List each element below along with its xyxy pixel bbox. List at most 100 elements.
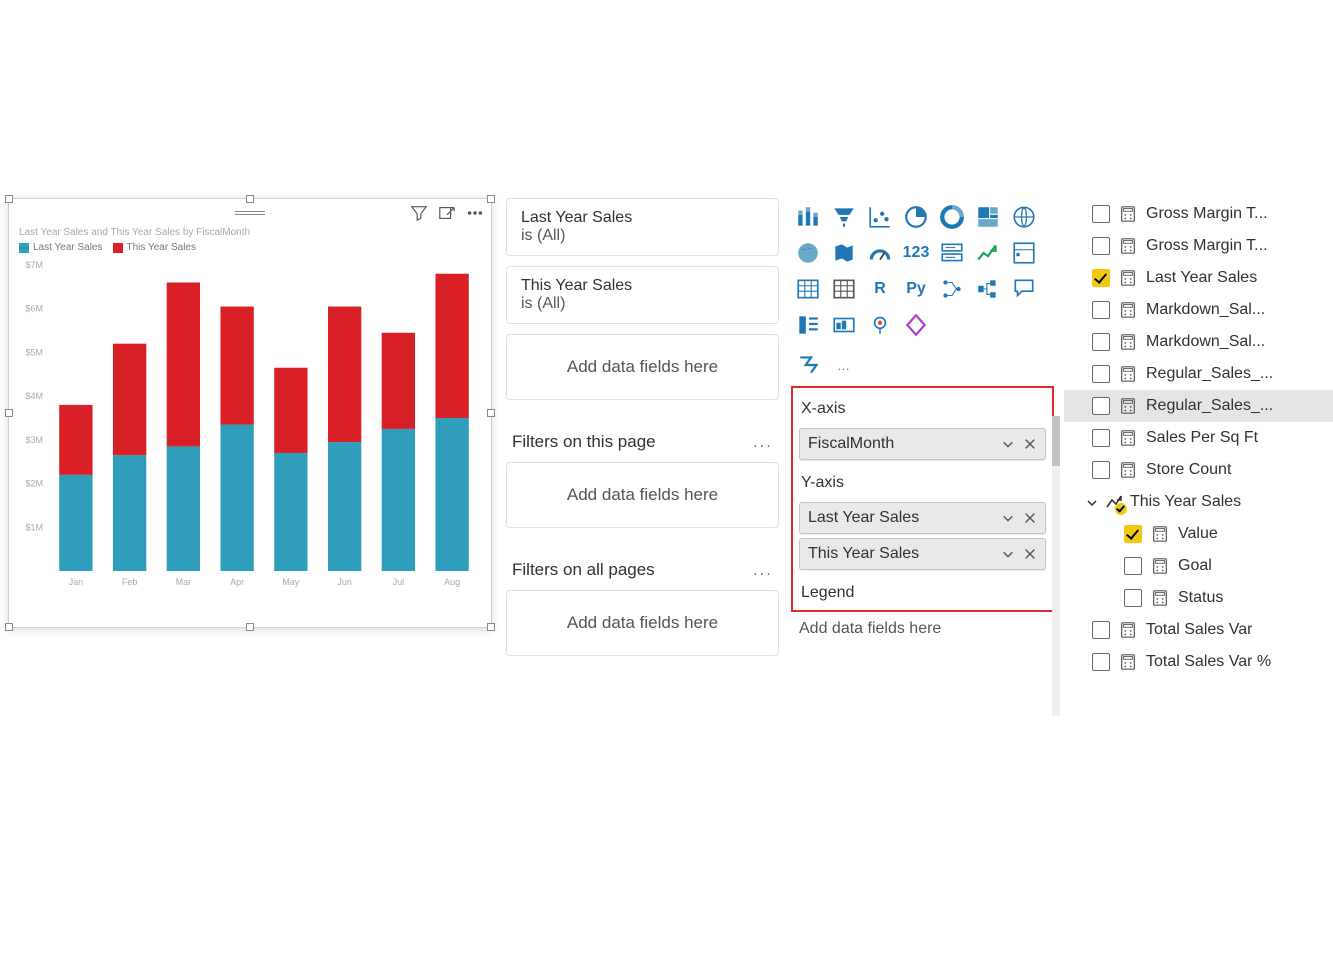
field-list-item[interactable]: Regular_Sales_... (1064, 358, 1333, 390)
field-checkbox[interactable] (1124, 557, 1142, 575)
report-canvas-visual[interactable]: Last Year Sales and This Year Sales by F… (0, 198, 500, 628)
field-list-item[interactable]: Gross Margin T... (1064, 198, 1333, 230)
remove-field-icon[interactable] (1023, 437, 1037, 451)
stacked-bar-chart[interactable]: $1M$2M$3M$4M$5M$6M$7MJanFebMarAprMayJunJ… (9, 259, 489, 599)
legend-well-label: Legend (793, 574, 1052, 608)
page-filter-dropzone[interactable]: Add data fields here (506, 462, 779, 528)
stacked-column-chart-icon[interactable] (793, 202, 823, 232)
key-influencers-icon[interactable] (937, 274, 967, 304)
chevron-down-icon[interactable] (1086, 496, 1098, 508)
field-list-item[interactable]: Total Sales Var % (1064, 646, 1333, 678)
power-apps-icon[interactable] (901, 310, 931, 340)
smart-narrative-icon[interactable] (793, 310, 823, 340)
field-pill-label: FiscalMonth (808, 435, 894, 453)
pie-chart-icon[interactable] (901, 202, 931, 232)
field-checkbox[interactable] (1092, 269, 1110, 287)
shape-map-icon[interactable] (829, 238, 859, 268)
field-checkbox[interactable] (1092, 397, 1110, 415)
chevron-down-icon[interactable] (1001, 547, 1015, 561)
field-checkbox[interactable] (1092, 621, 1110, 639)
resize-handle[interactable] (5, 409, 13, 417)
allpages-filter-dropzone[interactable]: Add data fields here (506, 590, 779, 656)
kpi-field-icon (1104, 492, 1124, 512)
visual-drag-handle[interactable] (235, 211, 265, 215)
field-checkbox[interactable] (1092, 333, 1110, 351)
field-list-item[interactable]: Last Year Sales (1064, 262, 1333, 294)
map-icon[interactable] (1009, 202, 1039, 232)
funnel-chart-icon[interactable] (829, 202, 859, 232)
resize-handle[interactable] (487, 409, 495, 417)
python-visual-icon[interactable]: Py (901, 274, 931, 304)
resize-handle[interactable] (5, 623, 13, 631)
yaxis-field-pill[interactable]: This Year Sales (799, 538, 1046, 570)
field-checkbox[interactable] (1092, 237, 1110, 255)
more-options-icon[interactable] (465, 203, 485, 223)
filter-icon[interactable] (409, 203, 429, 223)
field-list-item[interactable]: Gross Margin T... (1064, 230, 1333, 262)
filters-page-more-icon[interactable]: ... (753, 432, 773, 452)
field-pill-label: Last Year Sales (808, 509, 919, 527)
remove-field-icon[interactable] (1023, 511, 1037, 525)
matrix-icon[interactable] (829, 274, 859, 304)
chevron-down-icon[interactable] (1001, 437, 1015, 451)
slicer-icon[interactable] (1009, 238, 1039, 268)
resize-handle[interactable] (246, 623, 254, 631)
field-checkbox[interactable] (1124, 525, 1142, 543)
field-checkbox[interactable] (1124, 589, 1142, 607)
gauge-icon[interactable] (865, 238, 895, 268)
kpi-icon[interactable] (973, 238, 1003, 268)
filled-map-icon[interactable] (793, 238, 823, 268)
field-checkbox[interactable] (1092, 205, 1110, 223)
visualizations-pane: 123 R Py … X-axis FiscalMont (785, 198, 1060, 678)
scatter-chart-icon[interactable] (865, 202, 895, 232)
field-list-item[interactable]: Goal (1064, 550, 1333, 582)
treemap-icon[interactable] (973, 202, 1003, 232)
svg-text:$7M: $7M (25, 260, 43, 270)
paginated-report-icon[interactable] (829, 310, 859, 340)
field-list-item[interactable]: Store Count (1064, 454, 1333, 486)
field-checkbox[interactable] (1092, 301, 1110, 319)
visual-filter-card[interactable]: Last Year Sales is (All) (506, 198, 779, 256)
decomposition-tree-icon[interactable] (973, 274, 1003, 304)
field-list-item[interactable]: Status (1064, 582, 1333, 614)
yaxis-field-pill[interactable]: Last Year Sales (799, 502, 1046, 534)
svg-text:$6M: $6M (25, 304, 43, 314)
focus-mode-icon[interactable] (437, 203, 457, 223)
visual-filter-card[interactable]: This Year Sales is (All) (506, 266, 779, 324)
resize-handle[interactable] (487, 623, 495, 631)
qna-visual-icon[interactable] (1009, 274, 1039, 304)
svg-text:Jun: Jun (337, 577, 352, 587)
measure-icon (1118, 332, 1138, 352)
svg-text:Jul: Jul (393, 577, 405, 587)
scrollbar-thumb[interactable] (1052, 416, 1060, 466)
r-visual-icon[interactable]: R (865, 274, 895, 304)
field-checkbox[interactable] (1092, 365, 1110, 383)
chevron-down-icon[interactable] (1001, 511, 1015, 525)
donut-chart-icon[interactable] (937, 202, 967, 232)
field-list-item[interactable]: Total Sales Var (1064, 614, 1333, 646)
measure-icon (1118, 236, 1138, 256)
field-list-item[interactable]: Markdown_Sal... (1064, 326, 1333, 358)
field-label: Last Year Sales (1146, 269, 1327, 287)
visual-filter-dropzone[interactable]: Add data fields here (506, 334, 779, 400)
filter-field-label: This Year Sales (521, 277, 764, 295)
field-hierarchy-item[interactable]: This Year Sales (1064, 486, 1333, 518)
card-icon[interactable]: 123 (901, 238, 931, 268)
remove-field-icon[interactable] (1023, 547, 1037, 561)
field-list-item[interactable]: Sales Per Sq Ft (1064, 422, 1333, 454)
field-list-item[interactable]: Markdown_Sal... (1064, 294, 1333, 326)
xaxis-field-pill[interactable]: FiscalMonth (799, 428, 1046, 460)
viz-pane-scrollbar[interactable] (1052, 416, 1060, 716)
multi-row-card-icon[interactable] (937, 238, 967, 268)
field-list-item[interactable]: Value (1064, 518, 1333, 550)
field-checkbox[interactable] (1092, 429, 1110, 447)
arcgis-map-icon[interactable] (865, 310, 895, 340)
field-checkbox[interactable] (1092, 461, 1110, 479)
filters-all-more-icon[interactable]: ... (753, 560, 773, 580)
get-more-visuals-icon[interactable]: … (837, 358, 852, 373)
field-checkbox[interactable] (1092, 653, 1110, 671)
power-automate-icon[interactable] (795, 350, 825, 380)
legend-dropzone[interactable]: Add data fields here (791, 612, 1054, 646)
table-icon[interactable] (793, 274, 823, 304)
field-list-item[interactable]: Regular_Sales_... (1064, 390, 1333, 422)
